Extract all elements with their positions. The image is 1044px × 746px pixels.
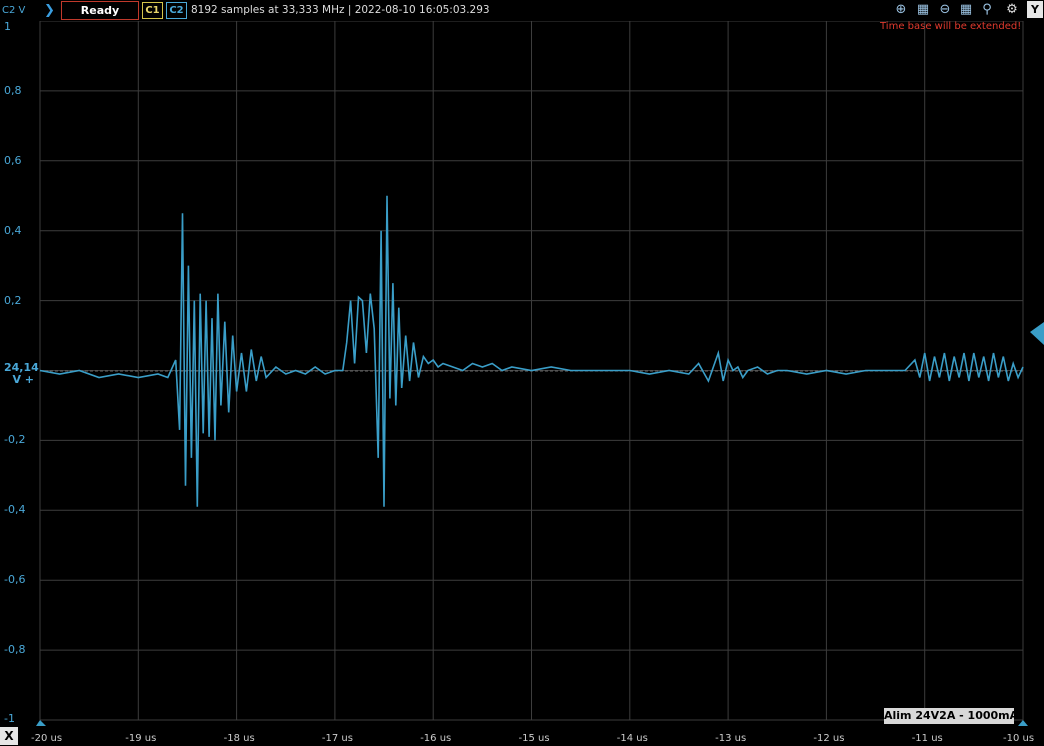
x-tick-label: -16 us <box>420 733 452 744</box>
x-tick-label: -11 us <box>911 733 943 744</box>
acquisition-info: 8192 samples at 33,333 MHz | 2022-08-10 … <box>191 4 490 16</box>
channel-offset-marker[interactable]: 24,14 V + <box>4 362 39 386</box>
zoom-in-icon[interactable]: ⊕ <box>893 2 909 18</box>
x-axis-button[interactable]: X <box>0 727 18 745</box>
x-tick-label: -19 us <box>125 733 157 744</box>
zoom-out-icon[interactable]: ⊖ <box>937 2 953 18</box>
zoom-reset-icon[interactable]: ▦ <box>958 2 974 18</box>
settings-gear-icon[interactable]: ⚙ <box>1004 2 1020 18</box>
device-badge: Alim 24V2A - 1000mA <box>884 708 1019 724</box>
run-arrow-icon[interactable]: ❯ <box>44 3 55 18</box>
x-tick-label: -18 us <box>223 733 255 744</box>
y-tick-label: -0,2 <box>4 433 26 447</box>
y-tick-label: 0,6 <box>4 153 22 167</box>
x-tick-label: -10 us <box>1003 733 1035 744</box>
scope-plot[interactable] <box>0 0 1044 746</box>
channel-2-button[interactable]: C2 <box>166 2 187 19</box>
x-tick-label: -12 us <box>813 733 845 744</box>
channel-1-button[interactable]: C1 <box>142 2 163 19</box>
trigger-level-marker[interactable] <box>1030 322 1044 345</box>
y-tick-label: -1 <box>4 712 15 725</box>
y-tick-label: -0,6 <box>4 573 26 587</box>
x-tick-label: -13 us <box>715 733 747 744</box>
status-button[interactable]: Ready <box>61 1 139 20</box>
x-tick-label: -15 us <box>518 733 550 744</box>
y-tick-label: 0,8 <box>4 83 22 97</box>
y-tick-label: -0,4 <box>4 503 26 517</box>
toolbar: C2 V ❯ Ready C1 C2 8192 samples at 33,33… <box>0 0 1044 21</box>
x-tick-label: -17 us <box>321 733 353 744</box>
x-tick-label: -20 us <box>31 733 63 744</box>
y-tick-label: -0,8 <box>4 643 26 657</box>
timebase-warning: Time base will be extended! <box>880 21 1022 32</box>
y-axis-button[interactable]: Y <box>1027 1 1043 18</box>
y-tick-label: 0,2 <box>4 293 22 307</box>
zoom-fit-icon[interactable]: ▦ <box>915 2 931 18</box>
marker-label: V + <box>12 373 34 386</box>
y-tick-label: 0,4 <box>4 223 22 237</box>
magnifier-icon[interactable]: ⚲ <box>979 2 995 18</box>
channel-axis-label: C2 V <box>2 5 26 16</box>
y-tick-label: 1 <box>4 20 11 33</box>
x-tick-label: -14 us <box>616 733 648 744</box>
